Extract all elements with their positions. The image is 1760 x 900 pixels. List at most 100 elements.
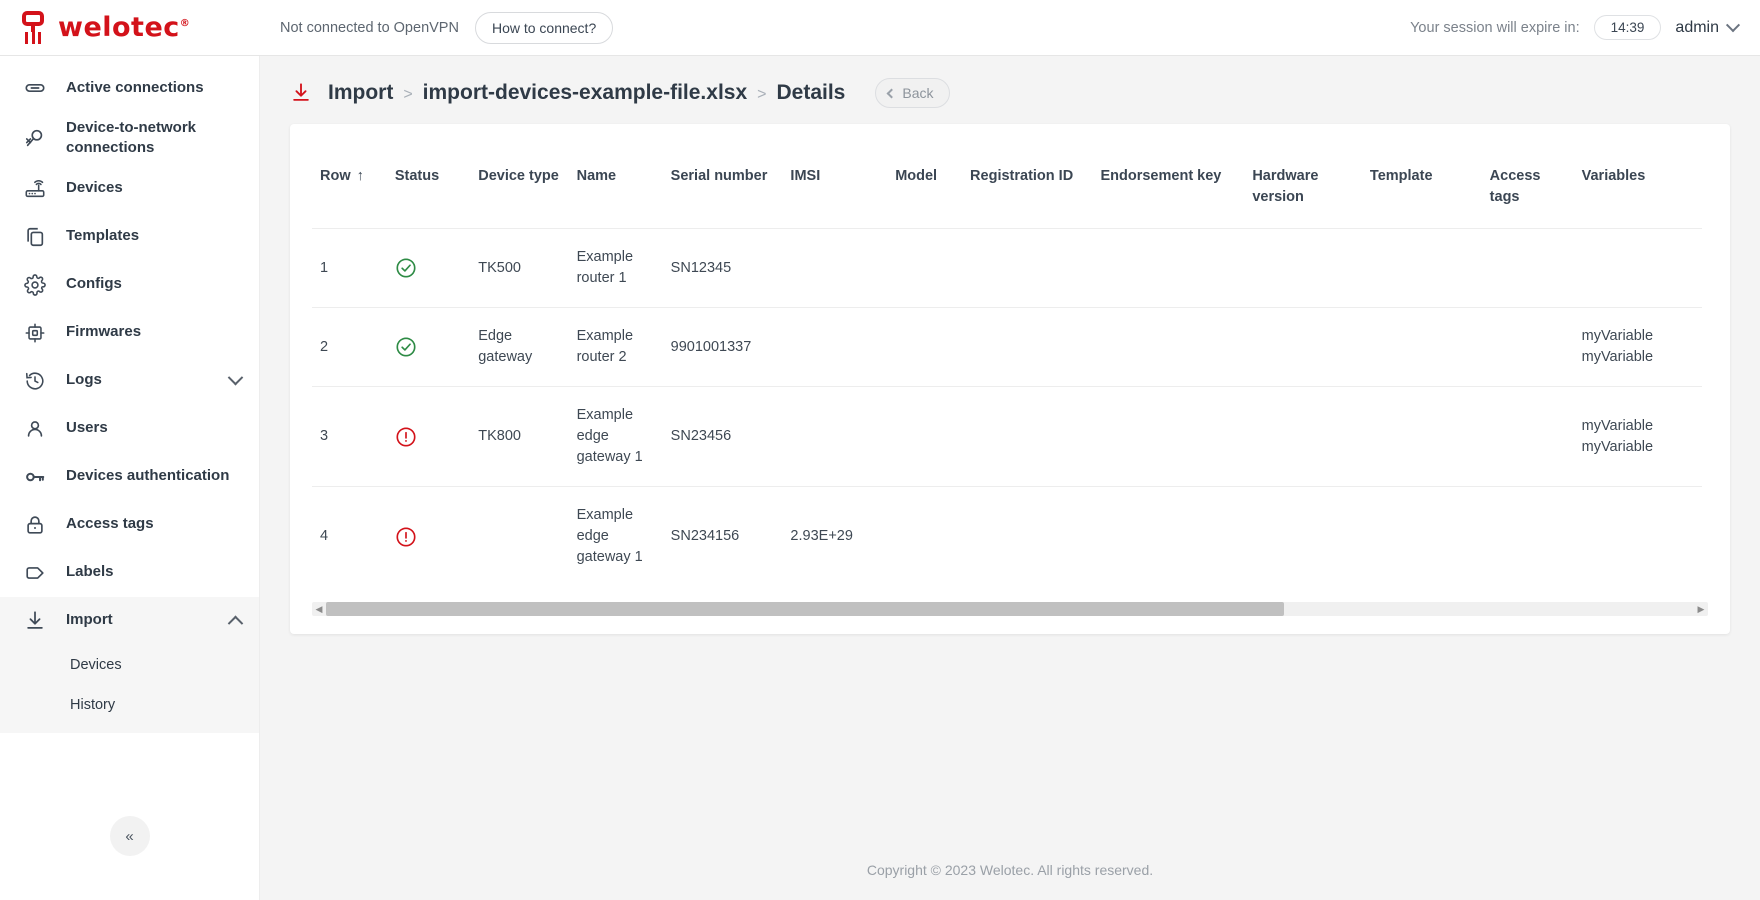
status-ok-icon — [395, 257, 462, 279]
sidebar-item-logs[interactable]: Logs — [0, 357, 259, 405]
cell-serial-number: SN23456 — [663, 387, 783, 487]
cell-hardware-version — [1244, 487, 1362, 587]
sidebar-item-active-connections[interactable]: Active connections — [0, 64, 259, 112]
sidebar-item-label: Devices — [66, 178, 123, 198]
sidebar-item-users[interactable]: Users — [0, 405, 259, 453]
collapse-sidebar-button[interactable]: « — [110, 816, 150, 856]
cell-registration-id — [962, 387, 1092, 487]
brand-logo[interactable]: welotec® — [0, 11, 260, 45]
cell-row: 3 — [312, 387, 387, 487]
user-name: admin — [1675, 19, 1719, 37]
table-row[interactable]: 3 TK800 — [312, 387, 1702, 487]
breadcrumb-separator: > — [757, 86, 766, 104]
sidebar-item-label: Access tags — [66, 514, 154, 534]
page-header: Import > import-devices-example-file.xls… — [260, 56, 1760, 124]
scrollbar-track[interactable] — [326, 602, 1694, 616]
cell-device-type: Edge gateway — [470, 308, 568, 387]
cell-template — [1362, 487, 1482, 587]
table-row[interactable]: 4 Examp — [312, 487, 1702, 587]
column-header-access-tags[interactable]: Access tags — [1482, 124, 1574, 229]
cell-endorsement-key — [1092, 487, 1244, 587]
variable-entry: myVariable — [1582, 416, 1694, 437]
horizontal-scrollbar[interactable]: ◀ ▶ — [312, 602, 1708, 616]
column-header-row[interactable]: Row↑ — [312, 124, 387, 229]
welotec-mark-icon — [20, 11, 46, 45]
sidebar-item-access-tags[interactable]: Access tags — [0, 501, 259, 549]
back-button-label: Back — [902, 85, 933, 101]
cell-variables — [1574, 229, 1702, 308]
column-header-variables[interactable]: Variables — [1574, 124, 1702, 229]
how-to-connect-button[interactable]: How to connect? — [475, 12, 613, 44]
session-timer: 14:39 — [1594, 15, 1662, 40]
sidebar-item-firmwares[interactable]: Firmwares — [0, 309, 259, 357]
sidebar-collapse-wrap: « — [0, 790, 259, 900]
column-header-template[interactable]: Template — [1362, 124, 1482, 229]
sidebar-item-labels[interactable]: Labels — [0, 549, 259, 597]
scrollbar-thumb[interactable] — [326, 602, 1284, 616]
session-expire-label: Your session will expire in: — [1410, 20, 1580, 36]
column-header-registration-id[interactable]: Registration ID — [962, 124, 1092, 229]
variable-entry: myVariable — [1582, 347, 1694, 368]
column-header-imsi[interactable]: IMSI — [782, 124, 887, 229]
sidebar-item-configs[interactable]: Configs — [0, 261, 259, 309]
breadcrumb-item-import[interactable]: Import — [328, 81, 393, 105]
vpn-status-text: Not connected to OpenVPN — [280, 20, 459, 36]
sidebar-item-templates[interactable]: Templates — [0, 213, 259, 261]
column-header-serial-number[interactable]: Serial number — [663, 124, 783, 229]
cell-device-type: TK800 — [470, 387, 568, 487]
brand-name: welotec® — [58, 12, 190, 43]
cell-template — [1362, 229, 1482, 308]
cell-imsi: 2.93E+29 — [782, 487, 887, 587]
cell-registration-id — [962, 308, 1092, 387]
router-icon — [22, 176, 48, 202]
cell-row: 2 — [312, 308, 387, 387]
history-icon — [22, 368, 48, 394]
scroll-left-arrow-icon[interactable]: ◀ — [312, 604, 326, 615]
sidebar-item-import[interactable]: Import — [0, 597, 259, 645]
cell-model — [887, 229, 962, 308]
chevron-down-icon — [1726, 18, 1740, 32]
sidebar-item-label: Firmwares — [66, 322, 141, 342]
column-header-model[interactable]: Model — [887, 124, 962, 229]
variable-entry: myVariable — [1582, 437, 1694, 458]
sidebar-item-device-to-network-connections[interactable]: Device-to-network connections — [0, 112, 259, 165]
cell-row: 1 — [312, 229, 387, 308]
sidebar-item-devices-authentication[interactable]: Devices authentication — [0, 453, 259, 501]
table-row[interactable]: 2 Edge gateway Example router 2 — [312, 308, 1702, 387]
cell-status — [387, 387, 470, 487]
user-menu[interactable]: admin — [1675, 19, 1738, 37]
breadcrumb-separator: > — [403, 86, 412, 104]
cell-hardware-version — [1244, 229, 1362, 308]
sidebar-subitem-import-devices[interactable]: Devices — [0, 645, 259, 685]
registered-mark: ® — [180, 18, 191, 29]
sidebar-subitem-import-history[interactable]: History — [0, 685, 259, 725]
cell-serial-number: 9901001337 — [663, 308, 783, 387]
lock-icon — [22, 512, 48, 538]
sidebar-item-devices[interactable]: Devices — [0, 165, 259, 213]
cell-template — [1362, 387, 1482, 487]
column-header-status[interactable]: Status — [387, 124, 470, 229]
table-head: Row↑ Status Device type Name Serial numb… — [312, 124, 1702, 229]
cell-status — [387, 229, 470, 308]
cell-model — [887, 487, 962, 587]
column-header-endorsement-key[interactable]: Endorsement key — [1092, 124, 1244, 229]
column-header-device-type[interactable]: Device type — [470, 124, 568, 229]
table-row[interactable]: 1 TK500 Example router 1 — [312, 229, 1702, 308]
scroll-right-arrow-icon[interactable]: ▶ — [1694, 604, 1708, 615]
top-bar: welotec® Not connected to OpenVPN How to… — [0, 0, 1760, 56]
cell-registration-id — [962, 229, 1092, 308]
import-icon — [290, 80, 314, 106]
breadcrumb-item-file[interactable]: import-devices-example-file.xlsx — [423, 81, 747, 105]
gear-icon — [22, 272, 48, 298]
back-button[interactable]: Back — [875, 78, 950, 108]
app-root: welotec® Not connected to OpenVPN How to… — [0, 0, 1760, 900]
column-header-hardware-version[interactable]: Hardware version — [1244, 124, 1362, 229]
chip-icon — [22, 320, 48, 346]
import-details-card: Row↑ Status Device type Name Serial numb… — [290, 124, 1730, 634]
cell-serial-number: SN12345 — [663, 229, 783, 308]
column-header-name[interactable]: Name — [569, 124, 663, 229]
cell-model — [887, 387, 962, 487]
cell-endorsement-key — [1092, 387, 1244, 487]
cell-access-tags — [1482, 308, 1574, 387]
import-details-table: Row↑ Status Device type Name Serial numb… — [312, 124, 1702, 586]
